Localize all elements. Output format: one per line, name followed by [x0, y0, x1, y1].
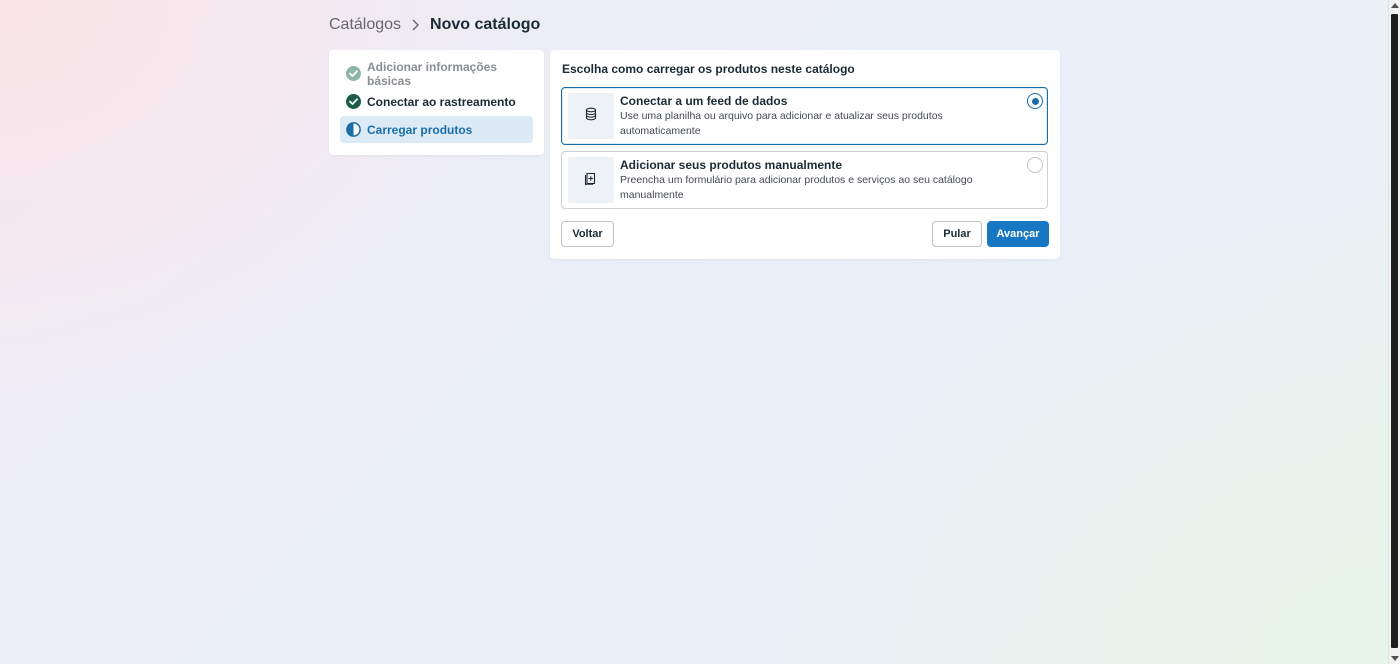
scrollbar-thumb[interactable]	[1391, 14, 1398, 648]
option-data-feed[interactable]: Conectar a um feed de dados Use uma plan…	[561, 87, 1048, 145]
scroll-down-arrow-icon[interactable]	[1391, 656, 1399, 661]
step-label: Carregar produtos	[367, 122, 473, 137]
option-description: Preencha um formulário para adicionar pr…	[620, 174, 973, 201]
step-label: Conectar ao rastreamento	[367, 94, 516, 109]
step-upload-products[interactable]: Carregar produtos	[340, 116, 533, 143]
add-document-icon	[584, 171, 598, 190]
steps-panel: Adicionar informações básicas Conectar a…	[329, 50, 544, 155]
option-description: Use uma planilha ou arquivo para adicion…	[620, 110, 943, 137]
upload-method-card: Escolha como carregar os produtos neste …	[550, 50, 1060, 259]
step-basic-info[interactable]: Adicionar informações básicas	[340, 59, 533, 88]
vertical-scrollbar[interactable]	[1388, 0, 1400, 664]
option-title: Conectar a um feed de dados	[620, 94, 788, 108]
breadcrumb: Catálogos Novo catálogo	[329, 14, 540, 36]
option-icon-container	[568, 157, 614, 203]
option-icon-container	[568, 93, 614, 139]
database-icon	[584, 107, 598, 126]
check-circle-icon	[346, 94, 361, 109]
half-circle-icon	[346, 122, 361, 137]
option-title: Adicionar seus produtos manualmente	[620, 158, 843, 172]
scroll-up-arrow-icon[interactable]	[1391, 3, 1399, 8]
next-button[interactable]: Avançar	[987, 221, 1049, 247]
back-button[interactable]: Voltar	[561, 221, 614, 247]
skip-button[interactable]: Pular	[932, 221, 982, 247]
step-label: Adicionar informações básicas	[367, 59, 498, 88]
breadcrumb-catalogs-link[interactable]: Catálogos	[329, 16, 401, 34]
chevron-right-icon	[411, 19, 420, 31]
check-circle-icon	[346, 66, 361, 81]
option-manual[interactable]: Adicionar seus produtos manualmente Pree…	[561, 151, 1048, 209]
page-title: Novo catálogo	[430, 16, 541, 33]
card-title: Escolha como carregar os produtos neste …	[562, 62, 855, 76]
radio-manual[interactable]	[1027, 157, 1043, 173]
radio-data-feed[interactable]	[1027, 93, 1043, 109]
step-tracking[interactable]: Conectar ao rastreamento	[340, 88, 533, 115]
